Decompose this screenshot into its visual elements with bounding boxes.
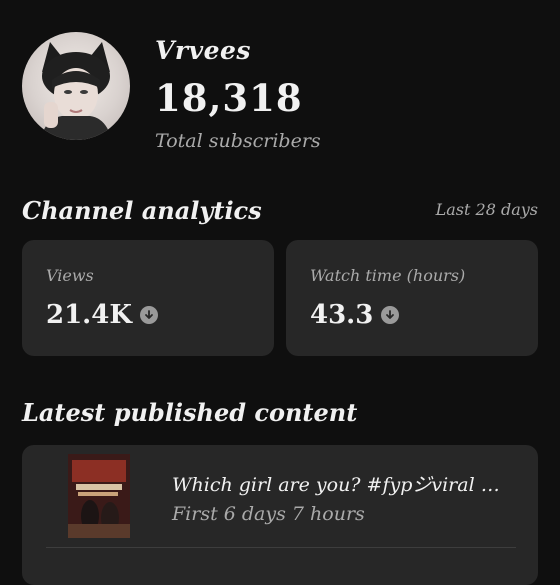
avatar-image — [40, 42, 112, 140]
views-label: Views — [46, 266, 94, 285]
subscriber-label: Total subscribers — [155, 130, 321, 152]
watch-time-label: Watch time (hours) — [310, 266, 466, 285]
watch-time-value-row: 43.3 — [310, 300, 400, 330]
latest-content-title: Latest published content — [22, 398, 358, 427]
video-title[interactable]: Which girl are you? #fypジviral … — [172, 470, 500, 497]
video-meta: First 6 days 7 hours — [172, 503, 365, 525]
views-value-row: 21.4K — [46, 300, 158, 330]
divider — [46, 547, 516, 548]
video-thumbnail[interactable] — [68, 454, 130, 538]
arrow-down-circle-icon — [139, 306, 158, 324]
watch-time-value: 43.3 — [310, 300, 374, 330]
views-card[interactable]: Views 21.4K — [22, 240, 274, 356]
analytics-range-label: Last 28 days — [435, 200, 538, 219]
views-value: 21.4K — [46, 300, 132, 330]
channel-name: Vrvees — [155, 36, 251, 65]
arrow-down-circle-icon — [381, 306, 400, 324]
channel-avatar[interactable] — [22, 32, 130, 140]
subscriber-count: 18,318 — [155, 76, 303, 120]
analytics-section-title: Channel analytics — [22, 196, 262, 225]
watch-time-card[interactable]: Watch time (hours) 43.3 — [286, 240, 538, 356]
